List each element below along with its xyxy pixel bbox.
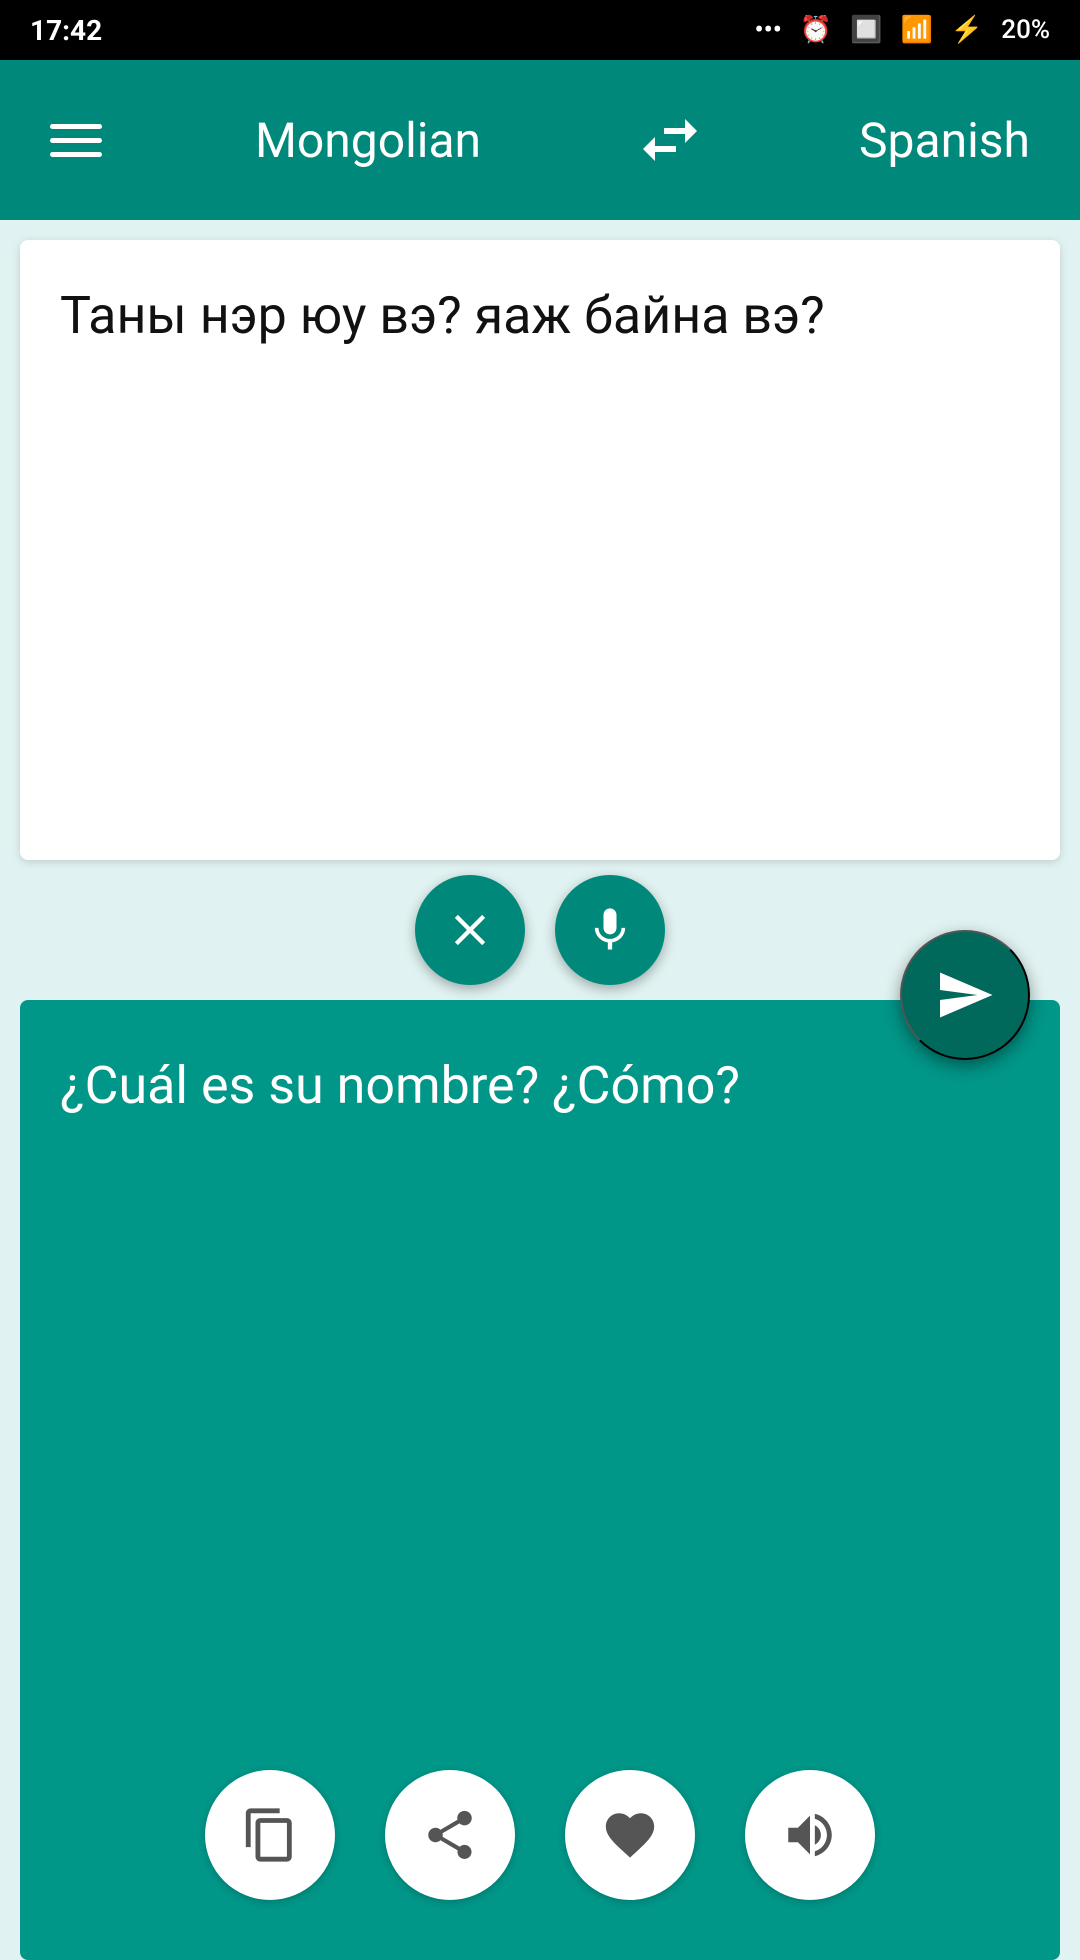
clear-button[interactable] <box>415 875 525 985</box>
share-button[interactable] <box>385 1770 515 1900</box>
app-header: Mongolian Spanish <box>0 60 1080 220</box>
source-text-content[interactable]: Таны нэр юу вэ? яаж байна вэ? <box>60 280 1020 353</box>
sim-icon: 🔲 <box>850 15 882 45</box>
charge-icon: ⚡ <box>951 15 983 45</box>
input-action-buttons <box>415 875 665 985</box>
favorite-button[interactable] <box>565 1770 695 1900</box>
hamburger-line <box>50 124 102 129</box>
alarm-icon: ⏰ <box>800 15 832 45</box>
source-text-panel: Таны нэр юу вэ? яаж байна вэ? <box>20 240 1060 860</box>
target-translation-panel: ¿Cuál es su nombre? ¿Cómo? <box>20 1000 1060 1960</box>
middle-actions-row <box>20 860 1060 1000</box>
hamburger-line <box>50 138 102 143</box>
source-language-label[interactable]: Mongolian <box>255 112 481 169</box>
hamburger-line <box>50 152 102 157</box>
signal-icon: 📶 <box>901 15 933 45</box>
swap-languages-button[interactable] <box>634 104 706 176</box>
microphone-button[interactable] <box>555 875 665 985</box>
dots-icon: ••• <box>755 15 782 45</box>
battery-level: 20% <box>1001 15 1050 45</box>
status-time: 17:42 <box>30 14 102 47</box>
status-bar: 17:42 ••• ⏰ 🔲 📶 ⚡ 20% <box>0 0 1080 60</box>
menu-button[interactable] <box>50 124 102 157</box>
translation-action-buttons <box>20 1770 1060 1900</box>
target-text-content: ¿Cuál es su nombre? ¿Cómo? <box>60 1050 1020 1123</box>
copy-button[interactable] <box>205 1770 335 1900</box>
speaker-button[interactable] <box>745 1770 875 1900</box>
status-icons: ••• ⏰ 🔲 📶 ⚡ 20% <box>755 15 1050 45</box>
target-language-label[interactable]: Spanish <box>859 112 1030 169</box>
translate-send-button[interactable] <box>900 930 1030 1060</box>
